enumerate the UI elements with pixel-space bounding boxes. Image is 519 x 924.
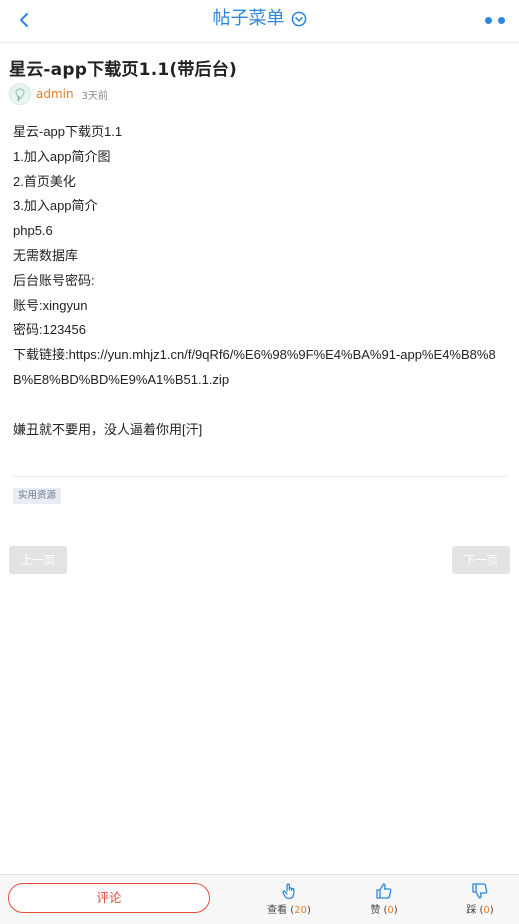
dislike-label: 踩	[466, 905, 477, 916]
dislike-count: 0	[483, 905, 490, 916]
top-bar: 帖子菜单	[0, 0, 519, 43]
content-line: 3.加入app简介	[13, 198, 98, 214]
post-menu-toggle[interactable]: 帖子菜单	[0, 6, 519, 35]
comment-button[interactable]: 评论	[8, 883, 210, 913]
next-page-button[interactable]: 下一页	[452, 546, 510, 574]
like-action[interactable]: 赞 (0)	[354, 882, 414, 916]
content-line: 账号:xingyun	[13, 297, 88, 313]
like-label: 赞	[370, 905, 381, 916]
avatar[interactable]	[9, 83, 31, 105]
post-title: 星云-app下载页1.1(带后台)	[9, 60, 237, 80]
header-title: 帖子菜单	[212, 8, 285, 29]
post-meta: admin 3天前	[9, 83, 108, 105]
pointer-hand-icon	[282, 883, 295, 900]
dislike-action[interactable]: 踩 (0)	[450, 882, 510, 916]
content-line: 无需数据库	[13, 247, 79, 263]
content-line: 密码:123456	[13, 322, 86, 338]
content-line: 嫌丑就不要用，没人逼着你用[汗]	[13, 421, 203, 437]
tag-badge[interactable]: 实用资源	[13, 488, 62, 504]
content-line: 2.首页美化	[13, 173, 76, 189]
view-count: 20	[294, 905, 307, 916]
post-content: 星云-app下载页1.1 1.加入app简介图 2.首页美化 3.加入app简介…	[13, 120, 507, 442]
bottom-action-bar: 评论 查看 (20) 赞 (0) 踩 (0)	[0, 874, 519, 924]
author-name[interactable]: admin	[36, 87, 74, 101]
avatar-icon	[15, 88, 25, 102]
chevron-down-circle-icon	[291, 9, 307, 35]
view-label: 查看	[267, 905, 288, 916]
content-line: 星云-app下载页1.1	[13, 124, 123, 139]
content-line: 后台账号密码:	[13, 272, 95, 288]
content-line: 1.加入app简介图	[13, 148, 111, 164]
content-line: php5.6	[13, 223, 53, 239]
thumbs-down-icon	[472, 883, 488, 899]
divider	[13, 476, 507, 477]
post-time: 3天前	[81, 90, 108, 102]
like-count: 0	[387, 905, 394, 916]
prev-page-button[interactable]: 上一页	[9, 546, 67, 574]
download-link-line: 下载链接:https://yun.mhjz1.cn/f/9qRf6/%E6%98…	[13, 347, 496, 387]
more-dots-icon[interactable]	[485, 14, 505, 26]
view-action[interactable]: 查看 (20)	[259, 882, 319, 916]
thumbs-up-icon	[376, 883, 392, 899]
